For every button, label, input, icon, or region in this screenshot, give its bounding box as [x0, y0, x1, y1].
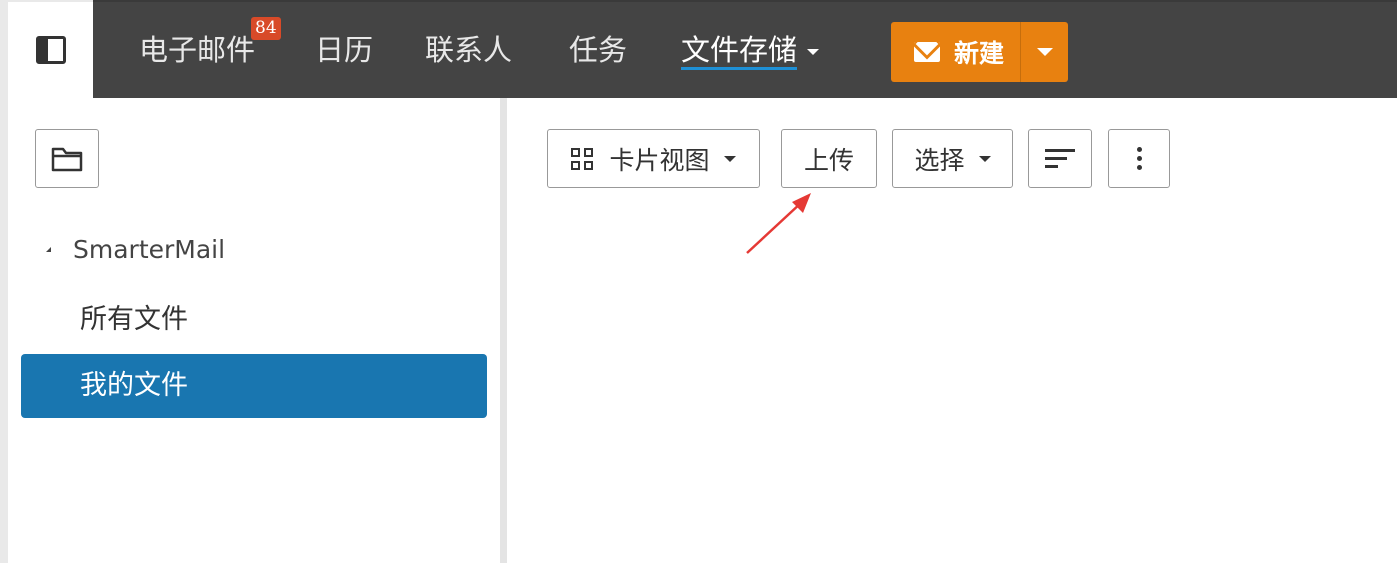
- expand-triangle-icon: [46, 247, 51, 252]
- sidebar-item-all-files[interactable]: 所有文件: [21, 288, 487, 352]
- sort-button[interactable]: [1028, 129, 1092, 188]
- panel-toggle-icon[interactable]: [35, 36, 66, 64]
- chevron-down-icon: [723, 155, 736, 162]
- tree-root-label: SmarterMail: [73, 235, 226, 264]
- view-mode-dropdown[interactable]: 卡片视图: [547, 129, 760, 188]
- more-options-button[interactable]: [1108, 129, 1170, 188]
- panel-toggle-area: [0, 0, 93, 98]
- nav-file-storage[interactable]: 文件存储: [681, 30, 820, 70]
- annotation-arrow: [746, 193, 811, 254]
- chevron-down-icon: [1036, 48, 1053, 56]
- nav-tasks[interactable]: 任务: [569, 30, 627, 70]
- folder-icon: [51, 147, 83, 171]
- select-dropdown[interactable]: 选择: [892, 129, 1013, 188]
- pane-splitter[interactable]: [500, 98, 507, 563]
- new-main-button[interactable]: 新建: [891, 22, 1020, 82]
- upload-button[interactable]: 上传: [781, 129, 877, 188]
- chevron-down-icon: [978, 155, 991, 162]
- top-navbar: 电子邮件 84 日历 联系人 任务 文件存储 新建: [93, 0, 1397, 98]
- tree-root-smartermail[interactable]: SmarterMail: [46, 235, 225, 264]
- nav-email[interactable]: 电子邮件: [139, 30, 255, 70]
- nav-calendar[interactable]: 日历: [315, 30, 373, 70]
- sort-icon: [1045, 148, 1075, 169]
- more-vertical-icon: [1136, 147, 1142, 170]
- chevron-down-icon: [807, 49, 820, 55]
- sidebar: SmarterMail 所有文件 我的文件: [0, 98, 500, 563]
- new-dropdown-button[interactable]: [1021, 22, 1068, 82]
- sidebar-item-my-files[interactable]: 我的文件: [21, 354, 487, 418]
- mail-icon: [914, 42, 940, 62]
- unread-badge: 84: [251, 17, 281, 40]
- grid-view-icon: [571, 147, 594, 170]
- new-folder-button[interactable]: [35, 129, 99, 188]
- nav-contacts[interactable]: 联系人: [425, 30, 512, 70]
- new-button: 新建: [891, 22, 1068, 82]
